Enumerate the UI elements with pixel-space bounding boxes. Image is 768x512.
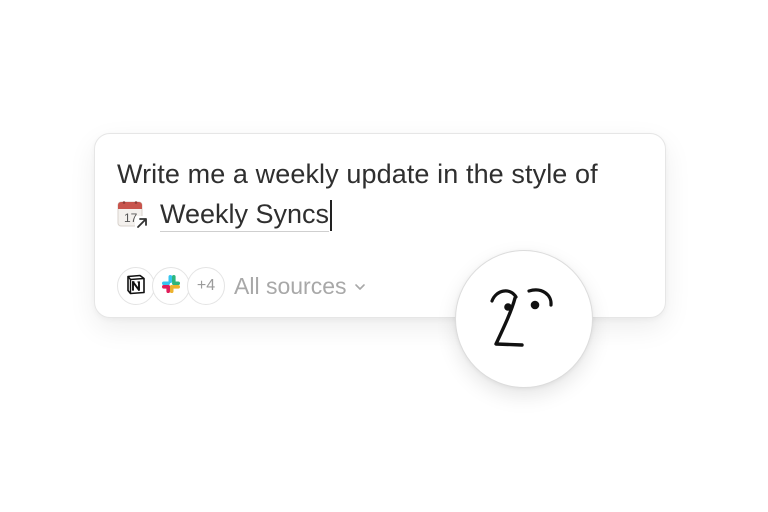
ai-assistant-avatar[interactable] (455, 250, 593, 388)
notion-ai-face-icon (484, 277, 564, 362)
more-sources-badge[interactable]: +4 (187, 267, 225, 305)
prompt-mention-line: 17 Weekly Syncs (117, 198, 333, 232)
slack-source-badge[interactable] (152, 267, 190, 305)
all-sources-label: All sources (234, 272, 347, 299)
notion-source-badge[interactable] (117, 267, 155, 305)
notion-icon (125, 273, 147, 300)
calendar-link-icon: 17 (117, 199, 149, 231)
more-sources-count: +4 (196, 277, 216, 294)
page-mention-link[interactable]: Weekly Syncs (160, 198, 330, 232)
text-caret (330, 199, 333, 231)
chevron-down-icon (354, 280, 366, 292)
stage: Write me a weekly update in the style of… (0, 0, 768, 512)
prompt-text: Write me a weekly update in the style of (117, 159, 598, 189)
slack-icon (160, 273, 182, 300)
all-sources-dropdown[interactable]: All sources (234, 273, 366, 300)
sources-row: +4 All sources (117, 266, 366, 306)
